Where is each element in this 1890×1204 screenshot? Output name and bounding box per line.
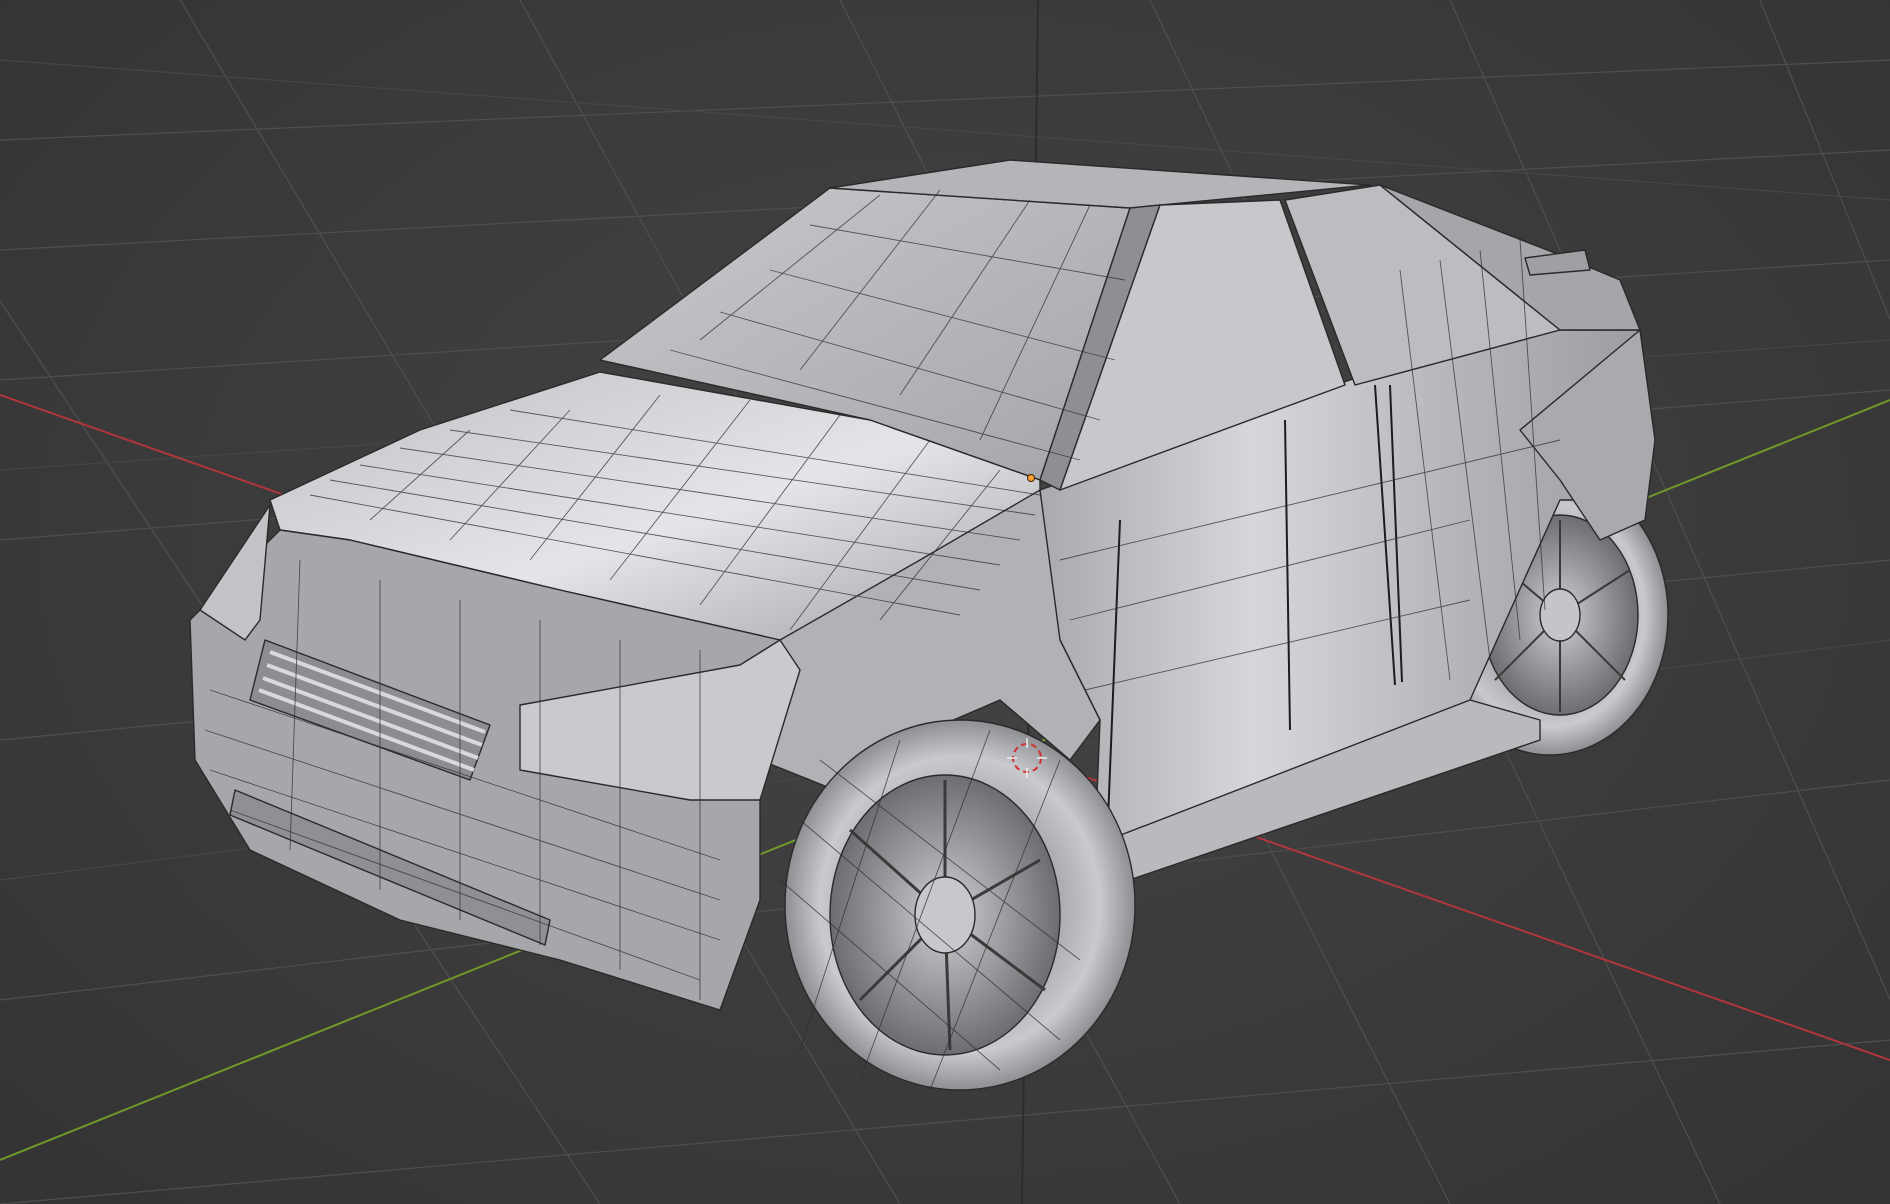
3d-viewport[interactable]	[0, 0, 1890, 1204]
front-wheel[interactable]	[784, 719, 1136, 1091]
car-mesh[interactable]	[189, 159, 1669, 1091]
selected-vertex[interactable]	[1027, 474, 1035, 482]
viewport-canvas[interactable]	[0, 0, 1890, 1204]
